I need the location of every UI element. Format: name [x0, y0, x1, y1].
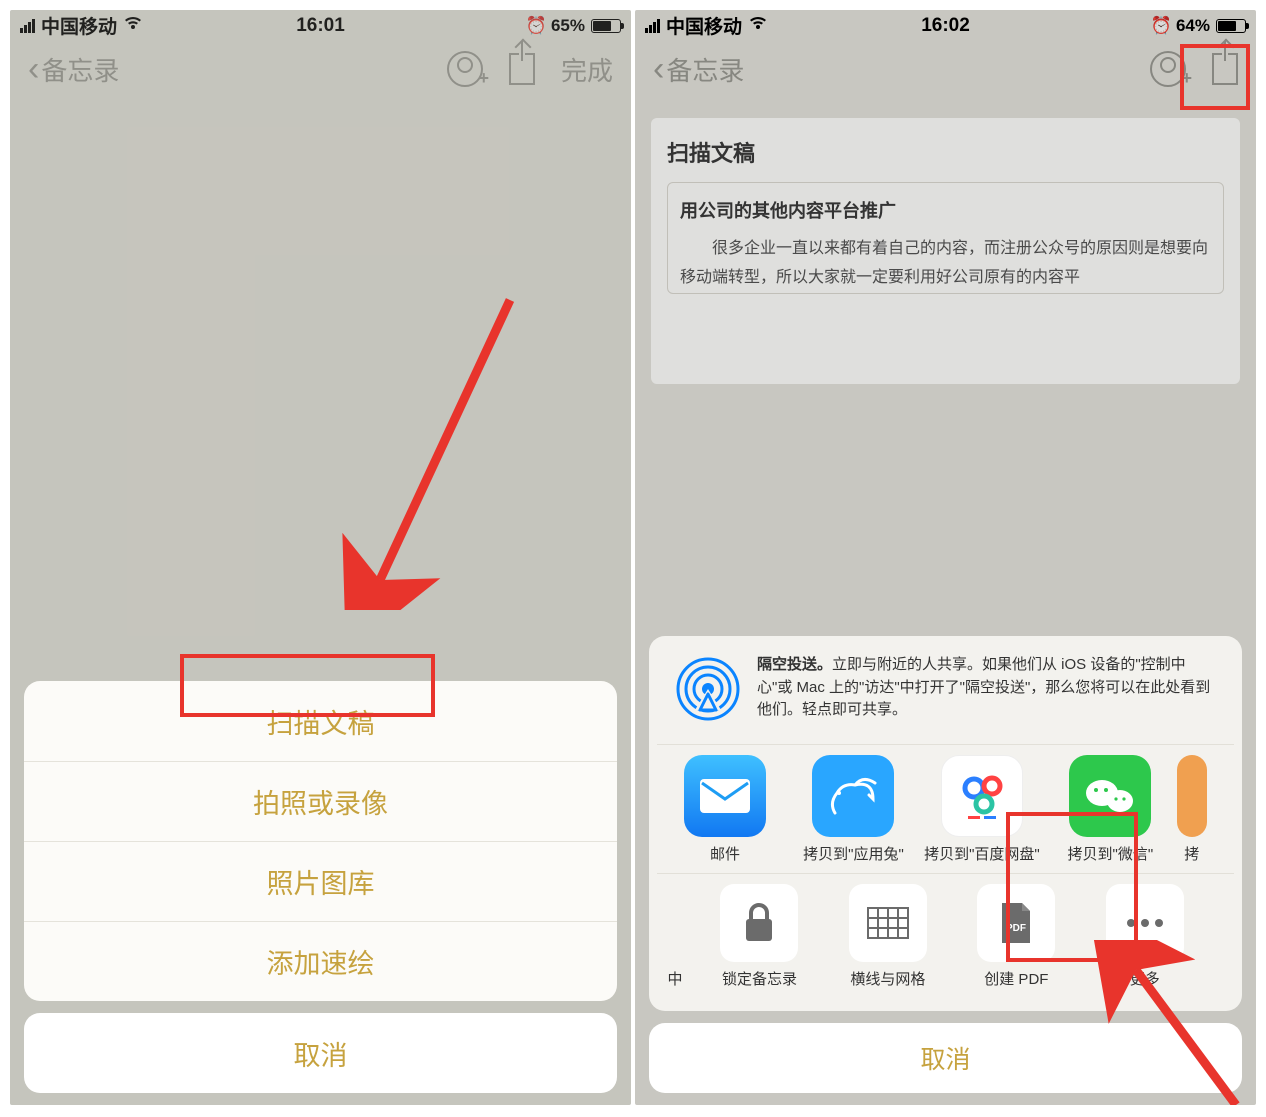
share-app-yingyongtu[interactable]: 拷贝到"应用兔" — [791, 755, 915, 865]
app-label: 拷 — [1177, 845, 1207, 865]
share-sheet: 隔空投送。立即与附近的人共享。如果他们从 iOS 设备的"控制中心"或 Mac … — [649, 636, 1242, 1093]
action-label: 横线与网格 — [826, 970, 950, 990]
share-app-wechat[interactable]: 拷贝到"微信" — [1048, 755, 1172, 865]
app-label: 拷贝到"百度网盘" — [920, 845, 1044, 865]
share-app-more[interactable]: 拷 — [1177, 755, 1207, 865]
share-actions-row[interactable]: 中 锁定备忘录 横线与网格 PDF 创建 PDF 更多 — [657, 873, 1234, 998]
svg-text:PDF: PDF — [1006, 923, 1026, 934]
airdrop-icon — [673, 654, 743, 724]
share-cancel-button[interactable]: 取消 — [649, 1023, 1242, 1093]
action-partial[interactable]: 中 — [657, 884, 693, 990]
share-app-baidu[interactable]: 拷贝到"百度网盘" — [920, 755, 1044, 865]
action-pdf[interactable]: PDF 创建 PDF — [954, 884, 1078, 990]
airdrop-title: 隔空投送。 — [757, 656, 832, 673]
pdf-icon: PDF — [998, 901, 1034, 945]
sheet-item-photos[interactable]: 照片图库 — [24, 841, 617, 921]
action-grid[interactable]: 横线与网格 — [826, 884, 950, 990]
sheet-item-scan[interactable]: 扫描文稿 — [24, 681, 617, 761]
action-label: 创建 PDF — [954, 970, 1078, 990]
action-more[interactable]: 更多 — [1083, 884, 1207, 990]
action-lock[interactable]: 锁定备忘录 — [697, 884, 821, 990]
sheet-item-camera[interactable]: 拍照或录像 — [24, 761, 617, 841]
share-apps-row[interactable]: 邮件 拷贝到"应用兔" 拷贝到"百度网盘" — [657, 744, 1234, 873]
action-label: 中 — [657, 970, 693, 990]
app-label: 拷贝到"应用兔" — [791, 845, 915, 865]
action-label: 更多 — [1083, 970, 1207, 990]
share-app-mail[interactable]: 邮件 — [663, 755, 787, 865]
sheet-item-sketch[interactable]: 添加速绘 — [24, 921, 617, 1001]
app-label: 拷贝到"微信" — [1048, 845, 1172, 865]
app-label: 邮件 — [663, 845, 787, 865]
grid-icon — [867, 907, 909, 939]
sheet-cancel-button[interactable]: 取消 — [24, 1013, 617, 1093]
action-sheet: 扫描文稿 拍照或录像 照片图库 添加速绘 取消 — [24, 681, 617, 1093]
lock-icon — [741, 901, 777, 945]
phone-screenshot-left: 中国移动 16:01 ⏰ 65% ‹ 备忘录 完成 扫描文稿 拍照或录像 照 — [10, 10, 631, 1105]
dots-icon — [1123, 917, 1167, 929]
phone-screenshot-right: 中国移动 16:02 ⏰ 64% ‹ 备忘录 扫描文稿 用公司的其他内容平台推广… — [635, 10, 1256, 1105]
airdrop-section[interactable]: 隔空投送。立即与附近的人共享。如果他们从 iOS 设备的"控制中心"或 Mac … — [657, 654, 1234, 744]
action-label: 锁定备忘录 — [697, 970, 821, 990]
